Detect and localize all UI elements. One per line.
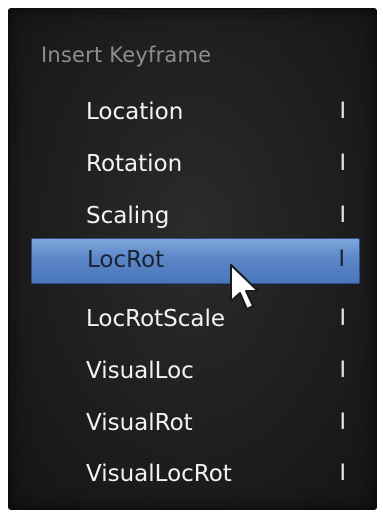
menu-item-label: LocRot: [87, 247, 165, 273]
menu-item-label: Scaling: [86, 203, 170, 229]
menu-item-label: Rotation: [86, 151, 183, 177]
menu-item-shortcut: I: [339, 203, 347, 228]
menu-item-locrot[interactable]: LocRot I: [31, 238, 360, 284]
mouse-pointer-arrow-icon: [230, 264, 259, 310]
menu-title: Insert Keyframe: [41, 43, 212, 67]
menu-item-label: LocRotScale: [86, 306, 226, 332]
menu-item-shortcut: I: [339, 461, 347, 486]
menu-item-locrotscale[interactable]: LocRotScale I: [31, 298, 360, 344]
menu-item-shortcut: I: [339, 306, 347, 331]
menu-item-label: VisualLocRot: [86, 461, 232, 487]
menu-item-shortcut: I: [338, 247, 346, 272]
menu-item-shortcut: I: [339, 151, 347, 176]
menu-item-rotation[interactable]: Rotation I: [31, 143, 360, 189]
menu-item-visuallocrot[interactable]: VisualLocRot I: [31, 453, 360, 499]
menu-item-label: VisualRot: [86, 410, 193, 436]
menu-item-shortcut: I: [339, 358, 347, 383]
menu-item-label: Location: [86, 99, 184, 125]
menu-item-shortcut: I: [339, 410, 347, 435]
menu-item-label: VisualLoc: [86, 358, 194, 384]
menu-item-scaling[interactable]: Scaling I: [31, 195, 360, 241]
menu-item-visualrot[interactable]: VisualRot I: [31, 402, 360, 448]
menu-item-visualloc[interactable]: VisualLoc I: [31, 350, 360, 396]
menu-item-location[interactable]: Location I: [31, 91, 360, 137]
menu-item-shortcut: I: [339, 99, 347, 124]
screenshot-frame: Insert Keyframe Location I Rotation I Sc…: [0, 0, 383, 516]
insert-keyframe-menu: Insert Keyframe Location I Rotation I Sc…: [8, 8, 377, 510]
